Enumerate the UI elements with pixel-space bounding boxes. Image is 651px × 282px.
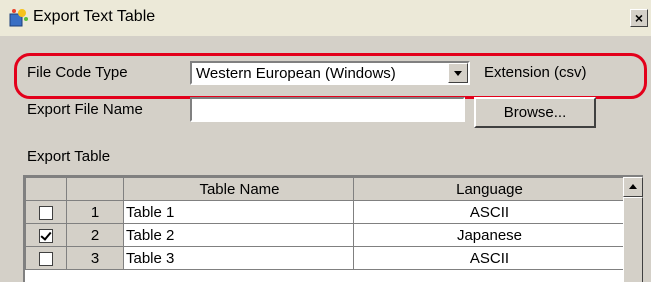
export-table: Table Name Language 1 Table 1 ASCII 2 Ta… [25,177,626,270]
table-row[interactable]: 3 Table 3 ASCII [25,246,626,270]
export-table-label: Export Table [27,148,111,165]
export-text-table-dialog: Export Text Table × File Code Type Weste… [0,0,651,282]
file-code-type-label: File Code Type [27,64,128,81]
language-cell[interactable]: ASCII [353,200,626,224]
language-cell[interactable]: Japanese [353,223,626,247]
table-row[interactable]: 1 Table 1 ASCII [25,200,626,224]
row-1-checkbox[interactable] [39,205,53,220]
column-header-check [25,177,67,201]
window-title: Export Text Table [33,8,156,25]
scrollbar-thumb[interactable] [623,197,643,282]
row-2-checkbox[interactable] [39,228,53,243]
table-row[interactable]: 2 Table 2 Japanese [25,223,626,247]
file-code-type-value: Western European (Windows) [196,65,396,82]
extension-label: Extension (csv) [484,64,587,81]
row-number: 1 [66,200,124,224]
chevron-down-icon[interactable] [448,63,468,83]
row-number: 3 [66,246,124,270]
table-name-cell[interactable]: Table 3 [123,246,354,270]
export-file-name-input[interactable] [190,97,465,122]
file-code-type-select[interactable]: Western European (Windows) [190,61,470,85]
close-button[interactable]: × [630,9,648,27]
column-header-number [66,177,124,201]
title-bar: Export Text Table × [0,0,651,36]
browse-button[interactable]: Browse... [474,97,596,128]
column-header-table-name[interactable]: Table Name [123,177,354,201]
scroll-up-arrow-icon[interactable] [623,177,643,197]
vertical-scrollbar[interactable] [623,177,643,282]
table-name-cell[interactable]: Table 2 [123,223,354,247]
row-number: 2 [66,223,124,247]
export-file-name-label: Export File Name [27,101,143,118]
column-header-language[interactable]: Language [353,177,626,201]
sparkle-app-icon [9,9,28,27]
row-3-checkbox[interactable] [39,251,53,266]
export-table-grid: Table Name Language 1 Table 1 ASCII 2 Ta… [23,175,643,282]
table-header-row: Table Name Language [25,177,626,201]
language-cell[interactable]: ASCII [353,246,626,270]
table-name-cell[interactable]: Table 1 [123,200,354,224]
